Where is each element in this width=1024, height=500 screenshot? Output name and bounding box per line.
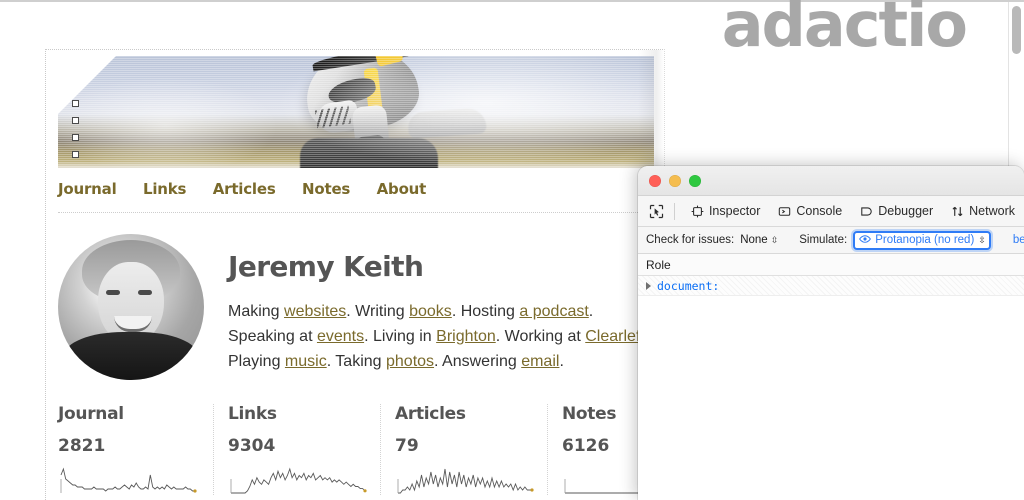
simulate-label: Simulate:	[799, 234, 847, 246]
bio-text: . Answering	[434, 353, 521, 370]
tab-label: Network	[969, 204, 1015, 218]
page-scrollbar-thumb[interactable]	[1012, 6, 1021, 54]
close-button[interactable]	[649, 175, 661, 187]
check-for-issues-value: None	[740, 234, 768, 246]
bio-text: . Working at	[496, 328, 586, 345]
bio-line: Speaking at events. Living in Brighton. …	[228, 324, 649, 349]
bio-text: . Writing	[346, 303, 409, 320]
bio-link[interactable]: Clearleft	[585, 328, 645, 345]
nav-item-about[interactable]: About	[377, 180, 427, 198]
profile-section: Jeremy Keith Making websites. Writing bo…	[58, 234, 664, 380]
header-banner-image	[58, 56, 654, 168]
stats-row: Journal 2821 Links 9304 Articles 79 Note…	[58, 404, 654, 495]
nav-item-links[interactable]: Links	[143, 180, 186, 198]
accessibility-tree-empty-area	[638, 296, 1024, 500]
element-picker-icon[interactable]	[646, 200, 667, 222]
bio-text: . Living in	[364, 328, 436, 345]
devtools-toolbar: Inspector Console Debugger	[638, 196, 1024, 227]
sparkline-journal	[58, 465, 198, 495]
check-for-issues-select[interactable]: None ⇳	[740, 234, 777, 246]
stat-card-links[interactable]: Links 9304	[214, 404, 381, 495]
disclosure-triangle-icon[interactable]	[646, 282, 651, 290]
page-title: Jeremy Keith	[228, 250, 649, 283]
chevron-updown-icon: ⇳	[978, 236, 985, 245]
nav-item-journal[interactable]: Journal	[58, 180, 117, 198]
sparkline-links	[228, 465, 368, 495]
site-wordmark: adactio	[722, 0, 966, 56]
bio-link[interactable]: books	[409, 303, 452, 320]
simulate-select[interactable]: Protanopia (no red) ⇳	[853, 231, 991, 250]
tab-label: Console	[796, 204, 842, 218]
tab-label: Inspector	[709, 204, 760, 218]
bio-text: . Hosting	[452, 303, 520, 320]
devtools-titlebar	[638, 166, 1024, 196]
nav-item-articles[interactable]: Articles	[213, 180, 276, 198]
check-for-issues-label: Check for issues:	[646, 234, 734, 246]
avatar	[58, 234, 204, 380]
minimize-button[interactable]	[669, 175, 681, 187]
bio-text: Playing	[228, 353, 285, 370]
accessibility-tree: document:	[638, 276, 1024, 296]
tab-console[interactable]: Console	[769, 199, 851, 223]
stat-label: Journal	[58, 404, 201, 424]
tab-inspector[interactable]: Inspector	[682, 199, 769, 223]
devtools-window: Inspector Console Debugger	[638, 166, 1024, 500]
stat-card-articles[interactable]: Articles 79	[381, 404, 548, 495]
screen: adactio	[0, 0, 1024, 500]
bio-link[interactable]: photos	[386, 353, 434, 370]
accessibility-column-header: Role	[638, 254, 1024, 276]
simulate-value: Protanopia (no red)	[875, 234, 974, 246]
zoom-button[interactable]	[689, 175, 701, 187]
bio-line: Playing music. Taking photos. Answering …	[228, 349, 649, 374]
sparkline-articles	[395, 465, 535, 495]
stat-label: Articles	[395, 404, 535, 424]
stat-count: 79	[395, 436, 535, 456]
bio-link[interactable]: email	[521, 353, 559, 370]
tab-network[interactable]: Network	[942, 199, 1024, 223]
eye-icon	[859, 233, 871, 248]
bio-link[interactable]: events	[317, 328, 364, 345]
stat-card-journal[interactable]: Journal 2821	[58, 404, 214, 495]
bio-link[interactable]: websites	[284, 303, 346, 320]
bio-text: .	[559, 353, 563, 370]
tree-row-label: document:	[657, 279, 719, 293]
stat-label: Links	[228, 404, 368, 424]
profile-bio: Making websites. Writing books. Hosting …	[228, 299, 649, 374]
accessibility-subbar: Check for issues: None ⇳ Simulate: Prota…	[638, 227, 1024, 254]
bio-link[interactable]: Brighton	[436, 328, 496, 345]
bio-text: . Taking	[327, 353, 386, 370]
bio-text: .	[589, 303, 593, 320]
bio-link[interactable]: a podcast	[519, 303, 588, 320]
tab-debugger[interactable]: Debugger	[851, 199, 942, 223]
tree-row-document[interactable]: document:	[638, 276, 1024, 296]
nav-item-notes[interactable]: Notes	[302, 180, 350, 198]
stat-count: 9304	[228, 436, 368, 456]
site-content: Journal Links Articles Notes About Jerem…	[45, 49, 665, 500]
best-practices-link[interactable]: be	[1013, 234, 1024, 246]
tab-label: Debugger	[878, 204, 933, 218]
banner-scanlines	[58, 56, 654, 168]
bio-link[interactable]: music	[285, 353, 327, 370]
column-header-role: Role	[646, 258, 671, 272]
profile-text: Jeremy Keith Making websites. Writing bo…	[228, 234, 649, 380]
banner-marker-list	[72, 100, 79, 168]
bio-text: Making	[228, 303, 284, 320]
bio-line: Making websites. Writing books. Hosting …	[228, 299, 649, 324]
toolbar-divider	[674, 203, 675, 220]
chevron-updown-icon: ⇳	[771, 236, 778, 245]
site-nav: Journal Links Articles Notes About	[58, 180, 654, 213]
bio-text: Speaking at	[228, 328, 317, 345]
stat-count: 2821	[58, 436, 201, 456]
